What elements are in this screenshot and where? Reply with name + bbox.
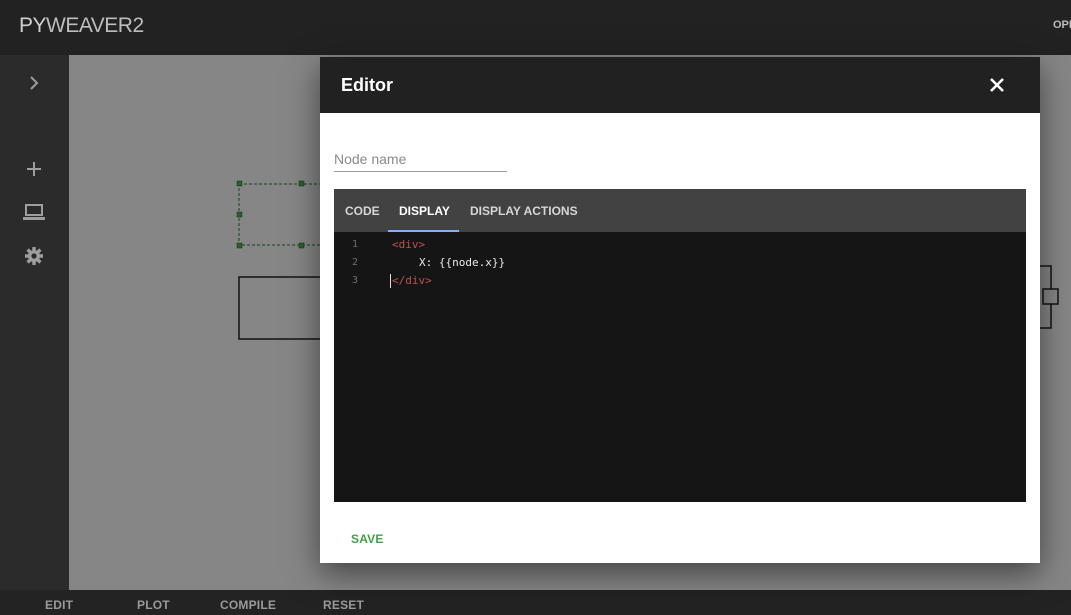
text-cursor: [390, 274, 391, 288]
code-text: X: {{node.x}}: [419, 256, 506, 269]
tab-code[interactable]: CODE: [334, 189, 391, 232]
close-icon: [990, 78, 1004, 92]
reset-button[interactable]: RESET: [323, 598, 364, 612]
code-text: </div>: [392, 274, 432, 287]
expand-sidebar-button[interactable]: [19, 68, 49, 98]
logo-rest: WEAVER2: [46, 14, 144, 37]
code-line: 2 X: {{node.x}}: [334, 254, 1026, 272]
bottom-toolbar: EDIT PLOT COMPILE RESET: [0, 590, 1071, 615]
line-number: 3: [351, 275, 358, 286]
tab-display-actions[interactable]: DISPLAY ACTIONS: [459, 189, 589, 232]
code-line: 3 </div>: [334, 272, 1026, 290]
line-number: 2: [351, 257, 358, 268]
tab-display[interactable]: DISPLAY: [388, 189, 461, 232]
node-name-input[interactable]: [334, 147, 507, 172]
editor-tabs: CODE DISPLAY DISPLAY ACTIONS: [334, 189, 1026, 232]
dialog-header: Editor: [320, 57, 1040, 113]
code-text: <div>: [392, 238, 426, 251]
computer-button[interactable]: [19, 197, 49, 227]
app-header: PYWEAVER2 OPEN: [0, 0, 1071, 55]
add-node-button[interactable]: [19, 154, 49, 184]
compile-button[interactable]: COMPILE: [220, 598, 276, 612]
code-editor[interactable]: 1 <div> 2 X: {{node.x}} 3 </div>: [334, 232, 1026, 502]
code-line: 1 <div>: [334, 236, 1026, 254]
app-logo: PYWEAVER2: [19, 14, 144, 38]
settings-button[interactable]: [19, 241, 49, 271]
plus-icon: [27, 162, 41, 176]
open-button[interactable]: OPEN: [1053, 19, 1071, 31]
line-number: 1: [351, 239, 358, 250]
close-button[interactable]: [984, 72, 1010, 98]
gear-icon: [25, 247, 43, 265]
plot-button[interactable]: PLOT: [137, 598, 170, 612]
save-button[interactable]: SAVE: [351, 532, 384, 546]
edit-button[interactable]: EDIT: [45, 598, 73, 612]
chevron-right-icon: [30, 76, 39, 90]
dialog-title: Editor: [341, 75, 393, 95]
editor-dialog: Editor CODE DISPLAY DISPLAY ACTIONS 1 <d…: [320, 57, 1040, 563]
left-sidebar: [0, 55, 69, 590]
logo-prefix: PY: [19, 14, 47, 37]
laptop-icon: [23, 204, 45, 220]
